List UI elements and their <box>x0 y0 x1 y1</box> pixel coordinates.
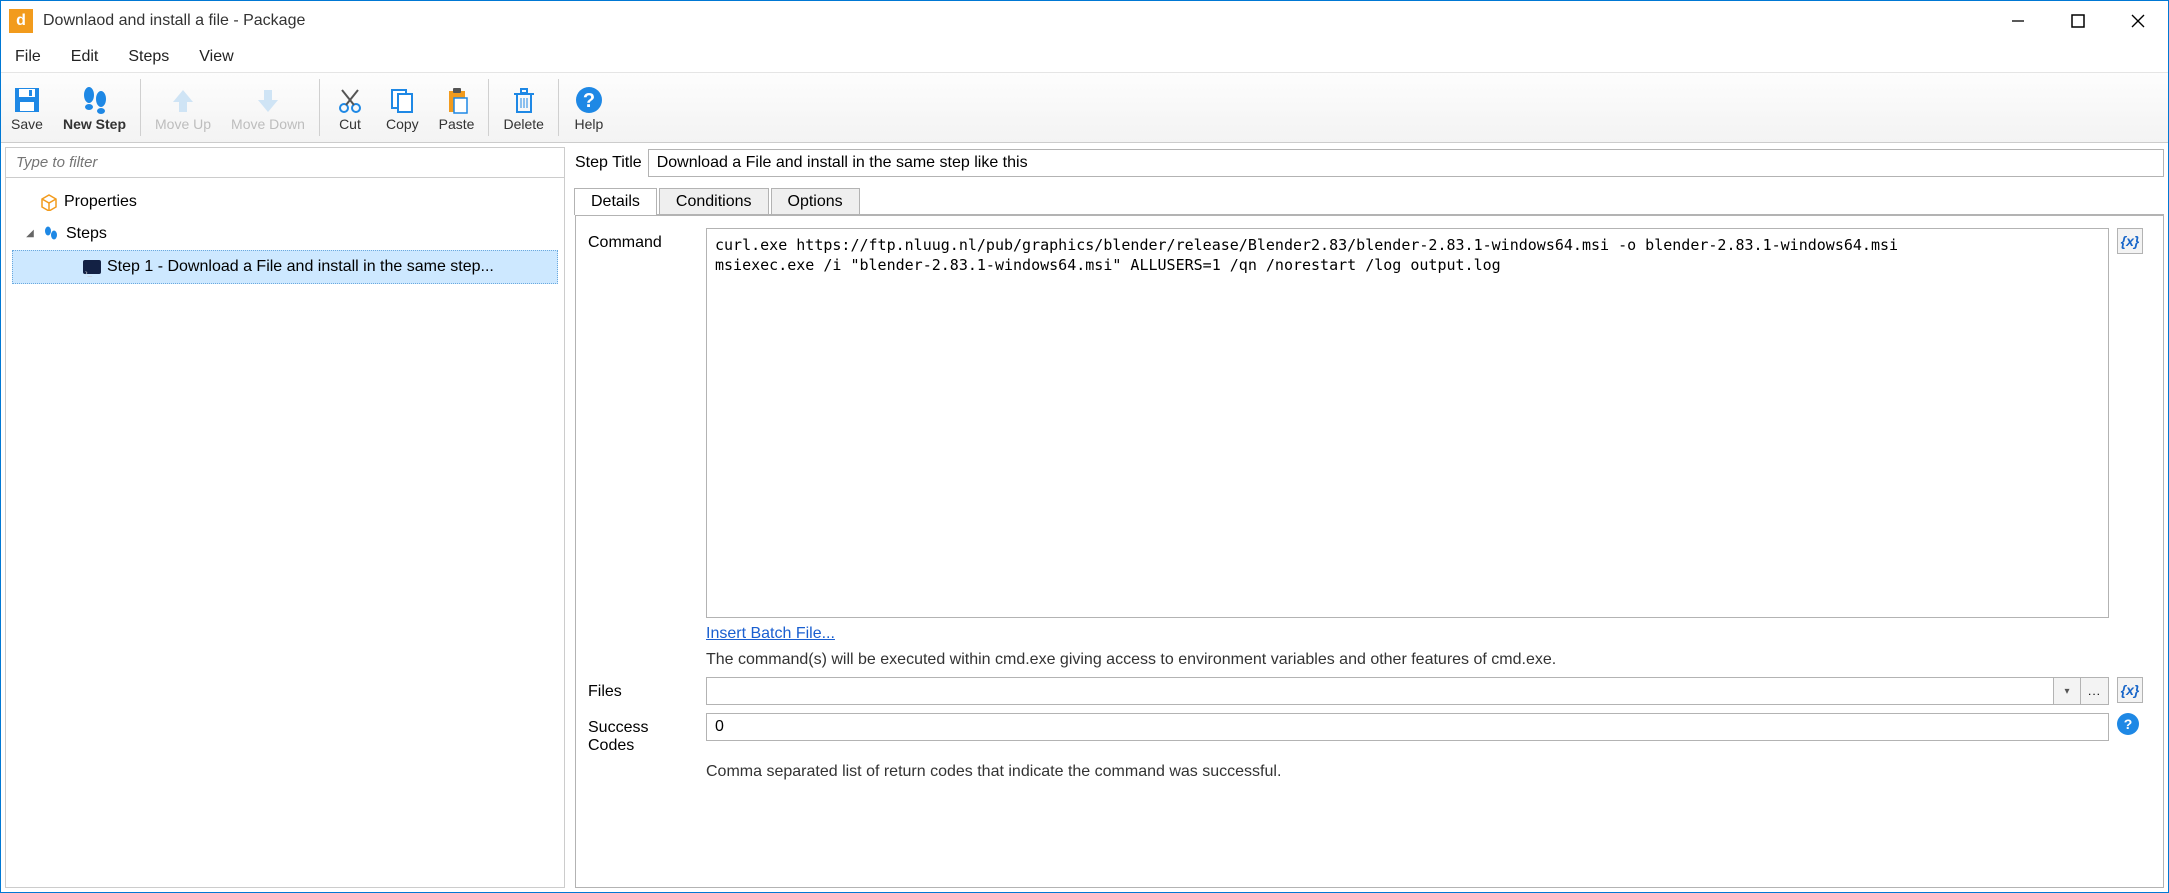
box-icon <box>40 193 58 211</box>
toolbar-paste[interactable]: Paste <box>429 73 485 142</box>
separator <box>488 79 489 136</box>
title-bar: Downlaod and install a file - Package <box>1 1 2168 41</box>
maximize-icon <box>2071 14 2085 28</box>
toolbar-newstep-label: New Step <box>63 116 126 132</box>
tree-view: Properties ◢ Steps Step 1 - Download a F… <box>6 178 564 887</box>
toolbar-help[interactable]: ? Help <box>563 73 615 142</box>
toolbar-paste-label: Paste <box>439 116 475 132</box>
toolbar-copy-label: Copy <box>386 116 419 132</box>
content-area: Properties ◢ Steps Step 1 - Download a F… <box>1 143 2168 892</box>
copy-icon <box>388 84 416 116</box>
scissors-icon <box>336 84 364 116</box>
separator <box>140 79 141 136</box>
tab-details[interactable]: Details <box>574 188 657 215</box>
app-icon <box>9 9 33 33</box>
clipboard-icon <box>443 84 471 116</box>
success-helper-text: Comma separated list of return codes tha… <box>706 763 2151 781</box>
success-codes-label: Success Codes <box>588 713 698 755</box>
filter-input[interactable] <box>6 148 564 177</box>
right-panel: Step Title Details Conditions Options Co… <box>565 147 2164 888</box>
close-button[interactable] <box>2108 1 2168 41</box>
window-controls <box>1988 1 2168 41</box>
tree-step-1[interactable]: Step 1 - Download a File and install in … <box>12 250 558 284</box>
step-title-label: Step Title <box>575 154 642 172</box>
toolbar-move-down: Move Down <box>221 73 315 142</box>
files-label: Files <box>588 677 698 701</box>
left-panel: Properties ◢ Steps Step 1 - Download a F… <box>5 147 565 888</box>
menu-file[interactable]: File <box>11 45 45 69</box>
minimize-button[interactable] <box>1988 1 2048 41</box>
toolbar-save[interactable]: Save <box>1 73 53 142</box>
command-prompt-icon <box>83 260 101 274</box>
files-field: ▾ ... <box>706 677 2109 705</box>
step-title-row: Step Title <box>575 147 2164 179</box>
files-dropdown-button[interactable]: ▾ <box>2053 677 2081 705</box>
arrow-down-icon <box>254 84 282 116</box>
toolbar-movedown-label: Move Down <box>231 116 305 132</box>
tree-steps-label: Steps <box>66 220 107 248</box>
footprints-icon <box>79 84 111 116</box>
toolbar-new-step[interactable]: New Step <box>53 73 136 142</box>
menu-steps[interactable]: Steps <box>124 45 173 69</box>
minimize-icon <box>2011 14 2025 28</box>
close-icon <box>2131 14 2145 28</box>
tree-step-1-label: Step 1 - Download a File and install in … <box>107 253 494 281</box>
variable-button-files[interactable]: {x} <box>2117 677 2143 703</box>
files-browse-button[interactable]: ... <box>2081 677 2109 705</box>
tab-panel: Command Insert Batch File... {x} The com… <box>575 214 2164 888</box>
success-help-button[interactable]: ? <box>2117 713 2139 735</box>
step-title-input[interactable] <box>648 149 2164 177</box>
tab-conditions[interactable]: Conditions <box>659 188 769 215</box>
question-icon: ? <box>2124 716 2133 732</box>
command-textarea[interactable] <box>706 228 2109 618</box>
tree-steps[interactable]: ◢ Steps <box>12 218 558 250</box>
filter-box <box>6 148 564 178</box>
command-area: Insert Batch File... <box>706 228 2109 643</box>
details-panel: Command Insert Batch File... {x} The com… <box>576 215 2163 887</box>
toolbar-cut-label: Cut <box>339 116 361 132</box>
toolbar-moveup-label: Move Up <box>155 116 211 132</box>
toolbar-copy[interactable]: Copy <box>376 73 429 142</box>
insert-batch-link[interactable]: Insert Batch File... <box>706 625 835 643</box>
window-title: Downlaod and install a file - Package <box>43 12 305 30</box>
footprints-small-icon <box>42 225 60 243</box>
toolbar-help-label: Help <box>575 116 604 132</box>
toolbar-save-label: Save <box>11 116 43 132</box>
variable-button-command[interactable]: {x} <box>2117 228 2143 254</box>
arrow-up-icon <box>169 84 197 116</box>
tree-properties[interactable]: Properties <box>12 186 558 218</box>
trash-icon <box>510 84 538 116</box>
app-window: Downlaod and install a file - Package Fi… <box>0 0 2169 893</box>
tab-options[interactable]: Options <box>771 188 860 215</box>
toolbar-cut[interactable]: Cut <box>324 73 376 142</box>
tab-strip: Details Conditions Options <box>574 184 2164 214</box>
toolbar-delete-label: Delete <box>503 116 543 132</box>
maximize-button[interactable] <box>2048 1 2108 41</box>
success-codes-input[interactable] <box>706 713 2109 741</box>
toolbar: Save New Step Move Up Move Down Cu <box>1 73 2168 143</box>
help-icon: ? <box>574 84 604 116</box>
svg-text:?: ? <box>583 90 595 112</box>
files-input[interactable] <box>706 677 2053 705</box>
menu-bar: File Edit Steps View <box>1 41 2168 73</box>
separator <box>319 79 320 136</box>
save-icon <box>12 84 42 116</box>
expander-icon[interactable]: ◢ <box>24 228 36 240</box>
toolbar-delete[interactable]: Delete <box>493 73 553 142</box>
menu-edit[interactable]: Edit <box>67 45 103 69</box>
toolbar-move-up: Move Up <box>145 73 221 142</box>
menu-view[interactable]: View <box>195 45 237 69</box>
command-label: Command <box>588 228 698 252</box>
chevron-down-icon: ▾ <box>2064 686 2069 697</box>
separator <box>558 79 559 136</box>
command-helper-text: The command(s) will be executed within c… <box>706 651 2151 669</box>
tree-properties-label: Properties <box>64 188 137 216</box>
